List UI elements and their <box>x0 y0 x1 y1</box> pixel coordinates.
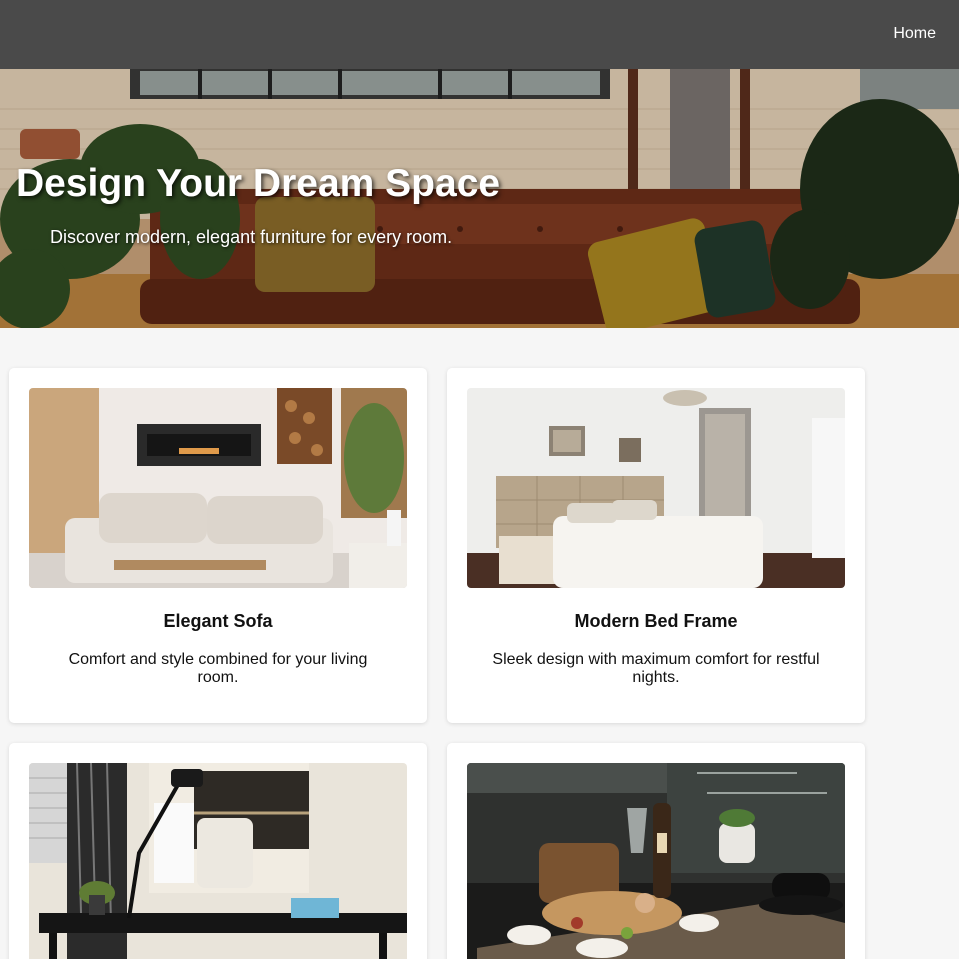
product-card-office-desk[interactable] <box>9 743 427 959</box>
top-nav-bar: Home <box>0 0 959 69</box>
hero-subtitle: Discover modern, elegant furniture for e… <box>50 227 453 247</box>
hero-title: Design Your Dream Space <box>16 162 501 205</box>
hero-banner: Design Your Dream Space Discover modern,… <box>0 69 959 328</box>
product-card-modern-bed-frame[interactable]: Modern Bed Frame Sleek design with maxim… <box>447 368 865 723</box>
home-office-desk-photo <box>29 763 407 959</box>
dining-table-photo <box>467 763 845 959</box>
product-description: Sleek design with maximum comfort for re… <box>492 651 820 686</box>
living-room-photo <box>29 388 407 588</box>
bedroom-photo <box>467 388 845 588</box>
product-title: Modern Bed Frame <box>574 611 738 631</box>
product-description: Comfort and style combined for your livi… <box>68 651 368 686</box>
nav-home-link[interactable]: Home <box>893 25 936 43</box>
product-title: Elegant Sofa <box>163 611 273 631</box>
product-card-dining-table[interactable] <box>447 743 865 959</box>
product-card-elegant-sofa[interactable]: Elegant Sofa Comfort and style combined … <box>9 368 427 723</box>
